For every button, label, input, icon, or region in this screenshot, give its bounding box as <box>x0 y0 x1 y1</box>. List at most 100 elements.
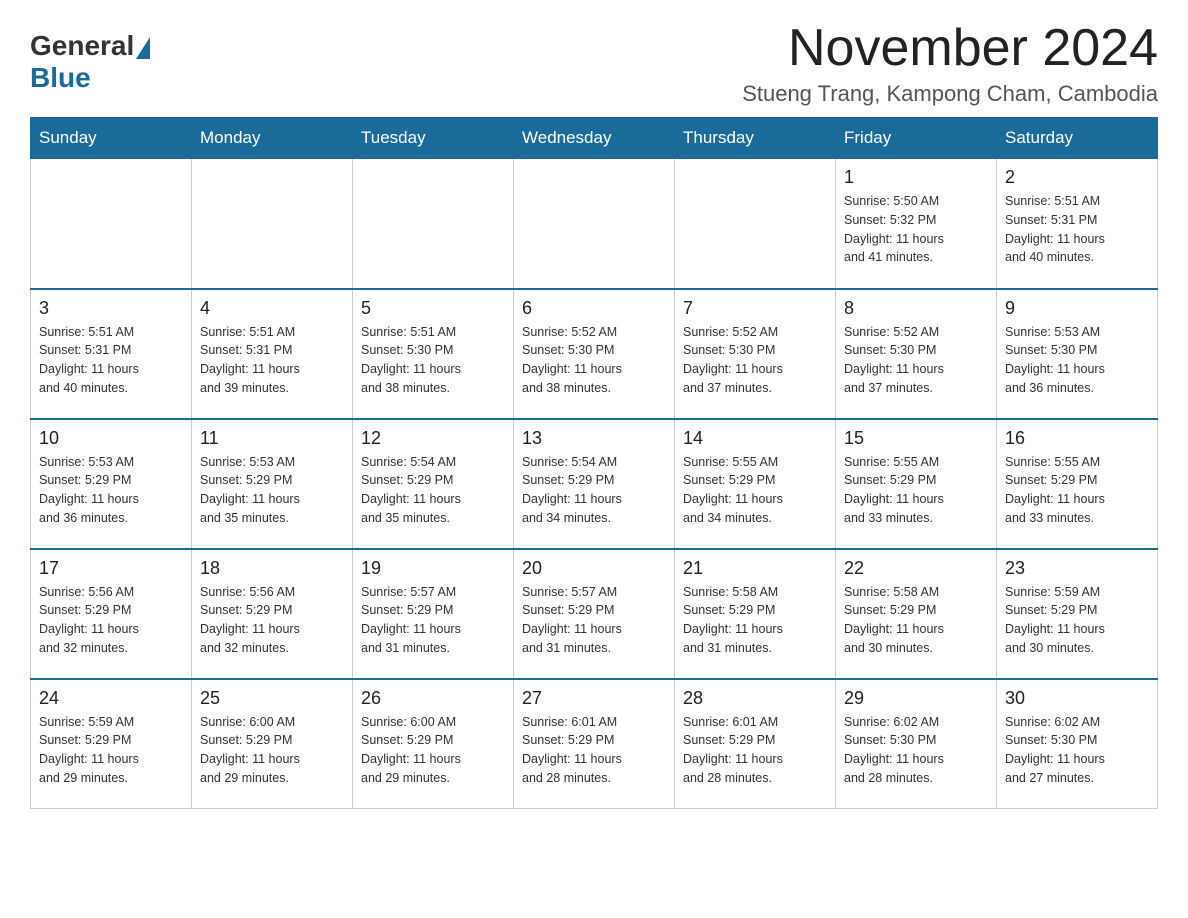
logo-triangle-icon <box>136 37 150 59</box>
day-number: 7 <box>683 298 827 319</box>
day-number: 15 <box>844 428 988 449</box>
day-number: 4 <box>200 298 344 319</box>
calendar-cell <box>514 159 675 289</box>
day-number: 1 <box>844 167 988 188</box>
day-number: 30 <box>1005 688 1149 709</box>
calendar-cell: 18 Sunrise: 5:56 AM Sunset: 5:29 PM Dayli… <box>192 549 353 679</box>
day-info: Sunrise: 5:55 AM Sunset: 5:29 PM Dayligh… <box>683 453 827 528</box>
calendar-cell: 30 Sunrise: 6:02 AM Sunset: 5:30 PM Dayli… <box>997 679 1158 809</box>
day-number: 18 <box>200 558 344 579</box>
day-info: Sunrise: 5:59 AM Sunset: 5:29 PM Dayligh… <box>1005 583 1149 658</box>
weekday-header-wednesday: Wednesday <box>514 118 675 159</box>
calendar-cell: 4 Sunrise: 5:51 AM Sunset: 5:31 PM Daylig… <box>192 289 353 419</box>
title-area: November 2024 Stueng Trang, Kampong Cham… <box>742 20 1158 107</box>
calendar-week-4: 17 Sunrise: 5:56 AM Sunset: 5:29 PM Dayli… <box>31 549 1158 679</box>
calendar-cell: 9Sunrise: 5:53 AM Sunset: 5:30 PM Daylig… <box>997 289 1158 419</box>
day-info: Sunrise: 5:55 AM Sunset: 5:29 PM Dayligh… <box>1005 453 1149 528</box>
day-number: 14 <box>683 428 827 449</box>
day-number: 29 <box>844 688 988 709</box>
day-number: 10 <box>39 428 183 449</box>
calendar-cell: 25 Sunrise: 6:00 AM Sunset: 5:29 PM Dayli… <box>192 679 353 809</box>
calendar-cell: 28Sunrise: 6:01 AM Sunset: 5:29 PM Dayli… <box>675 679 836 809</box>
calendar-cell: 12Sunrise: 5:54 AM Sunset: 5:29 PM Dayli… <box>353 419 514 549</box>
calendar-cell <box>31 159 192 289</box>
weekday-header-sunday: Sunday <box>31 118 192 159</box>
day-info: Sunrise: 5:54 AM Sunset: 5:29 PM Dayligh… <box>522 453 666 528</box>
calendar-table: SundayMondayTuesdayWednesdayThursdayFrid… <box>30 117 1158 809</box>
calendar-cell: 19 Sunrise: 5:57 AM Sunset: 5:29 PM Dayli… <box>353 549 514 679</box>
day-info: Sunrise: 5:56 AM Sunset: 5:29 PM Dayligh… <box>39 583 183 658</box>
day-info: Sunrise: 6:02 AM Sunset: 5:30 PM Dayligh… <box>1005 713 1149 788</box>
day-number: 26 <box>361 688 505 709</box>
logo-blue-text: Blue <box>30 62 91 94</box>
weekday-header-tuesday: Tuesday <box>353 118 514 159</box>
day-info: Sunrise: 5:52 AM Sunset: 5:30 PM Dayligh… <box>522 323 666 398</box>
day-info: Sunrise: 5:52 AM Sunset: 5:30 PM Dayligh… <box>683 323 827 398</box>
calendar-cell: 20Sunrise: 5:57 AM Sunset: 5:29 PM Dayli… <box>514 549 675 679</box>
calendar-cell: 29Sunrise: 6:02 AM Sunset: 5:30 PM Dayli… <box>836 679 997 809</box>
calendar-cell: 21Sunrise: 5:58 AM Sunset: 5:29 PM Dayli… <box>675 549 836 679</box>
day-info: Sunrise: 6:00 AM Sunset: 5:29 PM Dayligh… <box>200 713 344 788</box>
day-number: 16 <box>1005 428 1149 449</box>
calendar-cell: 22 Sunrise: 5:58 AM Sunset: 5:29 PM Dayli… <box>836 549 997 679</box>
day-info: Sunrise: 6:01 AM Sunset: 5:29 PM Dayligh… <box>683 713 827 788</box>
calendar-cell: 16 Sunrise: 5:55 AM Sunset: 5:29 PM Dayli… <box>997 419 1158 549</box>
weekday-header-thursday: Thursday <box>675 118 836 159</box>
day-info: Sunrise: 5:57 AM Sunset: 5:29 PM Dayligh… <box>522 583 666 658</box>
calendar-cell: 10Sunrise: 5:53 AM Sunset: 5:29 PM Dayli… <box>31 419 192 549</box>
day-info: Sunrise: 5:51 AM Sunset: 5:31 PM Dayligh… <box>1005 192 1149 267</box>
header: General Blue November 2024 Stueng Trang,… <box>30 20 1158 107</box>
calendar-week-3: 10 Sunrise: 5:53 AM Sunset: 5:29 PM Dayli… <box>31 419 1158 549</box>
day-info: Sunrise: 5:53 AM Sunset: 5:29 PM Dayligh… <box>200 453 344 528</box>
day-number: 19 <box>361 558 505 579</box>
day-info: Sunrise: 5:53 AM Sunset: 5:30 PM Dayligh… <box>1005 323 1149 398</box>
day-info: Sunrise: 5:55 AM Sunset: 5:29 PM Dayligh… <box>844 453 988 528</box>
calendar-cell: 6 Sunrise: 5:52 AM Sunset: 5:30 PM Daylig… <box>514 289 675 419</box>
calendar-cell: 5 Sunrise: 5:51 AM Sunset: 5:30 PM Daylig… <box>353 289 514 419</box>
calendar-cell: 8Sunrise: 5:52 AM Sunset: 5:30 PM Daylig… <box>836 289 997 419</box>
month-title: November 2024 <box>742 20 1158 77</box>
calendar-cell: 3 Sunrise: 5:51 AM Sunset: 5:31 PM Daylig… <box>31 289 192 419</box>
day-number: 6 <box>522 298 666 319</box>
logo-general-text: General <box>30 30 134 62</box>
calendar-week-2: 3 Sunrise: 5:51 AM Sunset: 5:31 PM Daylig… <box>31 289 1158 419</box>
day-number: 22 <box>844 558 988 579</box>
calendar-cell: 26 Sunrise: 6:00 AM Sunset: 5:29 PM Dayli… <box>353 679 514 809</box>
day-info: Sunrise: 5:58 AM Sunset: 5:29 PM Dayligh… <box>844 583 988 658</box>
weekday-header-row: SundayMondayTuesdayWednesdayThursdayFrid… <box>31 118 1158 159</box>
location-subtitle: Stueng Trang, Kampong Cham, Cambodia <box>742 81 1158 107</box>
weekday-header-monday: Monday <box>192 118 353 159</box>
day-info: Sunrise: 5:58 AM Sunset: 5:29 PM Dayligh… <box>683 583 827 658</box>
calendar-cell: 11 Sunrise: 5:53 AM Sunset: 5:29 PM Dayli… <box>192 419 353 549</box>
day-info: Sunrise: 5:56 AM Sunset: 5:29 PM Dayligh… <box>200 583 344 658</box>
day-info: Sunrise: 5:57 AM Sunset: 5:29 PM Dayligh… <box>361 583 505 658</box>
day-info: Sunrise: 5:50 AM Sunset: 5:32 PM Dayligh… <box>844 192 988 267</box>
day-number: 17 <box>39 558 183 579</box>
calendar-cell: 13 Sunrise: 5:54 AM Sunset: 5:29 PM Dayli… <box>514 419 675 549</box>
calendar-cell <box>675 159 836 289</box>
day-number: 11 <box>200 428 344 449</box>
calendar-cell: 7 Sunrise: 5:52 AM Sunset: 5:30 PM Daylig… <box>675 289 836 419</box>
calendar-cell: 27 Sunrise: 6:01 AM Sunset: 5:29 PM Dayli… <box>514 679 675 809</box>
calendar-cell <box>192 159 353 289</box>
day-number: 25 <box>200 688 344 709</box>
day-info: Sunrise: 5:51 AM Sunset: 5:31 PM Dayligh… <box>39 323 183 398</box>
calendar-week-5: 24Sunrise: 5:59 AM Sunset: 5:29 PM Dayli… <box>31 679 1158 809</box>
day-number: 3 <box>39 298 183 319</box>
day-info: Sunrise: 6:01 AM Sunset: 5:29 PM Dayligh… <box>522 713 666 788</box>
calendar-cell: 24Sunrise: 5:59 AM Sunset: 5:29 PM Dayli… <box>31 679 192 809</box>
day-number: 13 <box>522 428 666 449</box>
logo: General Blue <box>30 20 152 94</box>
day-info: Sunrise: 6:00 AM Sunset: 5:29 PM Dayligh… <box>361 713 505 788</box>
day-info: Sunrise: 5:59 AM Sunset: 5:29 PM Dayligh… <box>39 713 183 788</box>
calendar-cell: 15 Sunrise: 5:55 AM Sunset: 5:29 PM Dayli… <box>836 419 997 549</box>
calendar-cell: 14 Sunrise: 5:55 AM Sunset: 5:29 PM Dayli… <box>675 419 836 549</box>
day-info: Sunrise: 5:51 AM Sunset: 5:30 PM Dayligh… <box>361 323 505 398</box>
day-number: 12 <box>361 428 505 449</box>
day-number: 27 <box>522 688 666 709</box>
day-number: 5 <box>361 298 505 319</box>
day-number: 23 <box>1005 558 1149 579</box>
calendar-cell <box>353 159 514 289</box>
day-info: Sunrise: 5:51 AM Sunset: 5:31 PM Dayligh… <box>200 323 344 398</box>
calendar-cell: 17 Sunrise: 5:56 AM Sunset: 5:29 PM Dayli… <box>31 549 192 679</box>
